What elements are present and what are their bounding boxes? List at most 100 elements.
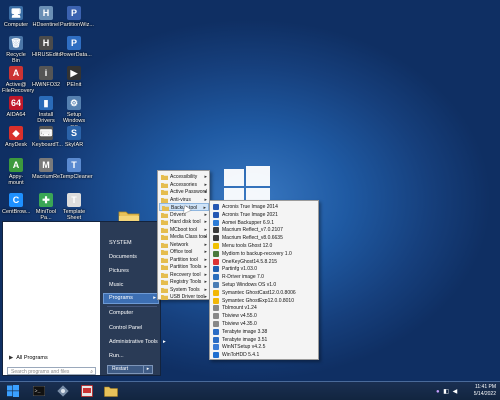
start-item-admin-tools[interactable]: Administrative Tools ▸ — [109, 339, 166, 345]
backup-menu-item[interactable]: Terabyte image 3.51 — [211, 336, 318, 344]
backup-menu-item[interactable]: Symantec GhostCast12.0.0.8006 — [211, 289, 318, 297]
start-search-input[interactable]: Search programs and files ⌕ — [7, 367, 96, 375]
system-tray: ● ◧ ◀ — [436, 388, 457, 395]
admin-tools-label: Administrative Tools — [109, 339, 158, 345]
folder-icon — [161, 287, 168, 293]
desktop-icon[interactable]: 🖥 Computer — [2, 6, 30, 28]
backup-menu-item[interactable]: Acronis True Image 2021 — [211, 211, 318, 219]
desktop-icon[interactable]: P PowerData... — [60, 36, 92, 58]
desktop-icon[interactable]: C CentBrow... — [2, 193, 30, 215]
desktop-icon[interactable]: A Active@ FileRecovery — [2, 66, 34, 95]
chevron-right-icon[interactable]: ▸ — [143, 366, 152, 373]
programs-menu-item-label: Registry Tools — [170, 279, 202, 285]
desktop-icon-label: Template Sheet — [62, 209, 86, 222]
backup-menu-item[interactable]: WinNTSetup v4.2.5 — [211, 343, 318, 351]
backup-menu-item-label: Mydiom to backup-recovery 1.0 — [222, 250, 292, 257]
backup-menu-item[interactable]: Macrium Reflect_v8.0.6635 — [211, 234, 318, 242]
usb-icon[interactable]: ● — [436, 389, 440, 395]
desktop-icon[interactable]: A Appy-mount — [2, 158, 30, 187]
app-icon — [213, 266, 219, 273]
restart-button[interactable]: Restart ▸ — [107, 365, 153, 374]
svg-text:>_: >_ — [35, 389, 42, 395]
desktop-icon[interactable]: H HIRUSEditor — [32, 36, 63, 58]
desktop-icon[interactable]: 🗑 Recycle Bin — [2, 36, 30, 65]
backup-menu-item[interactable]: Tbiview v4.55.0 — [211, 312, 318, 320]
desktop-icon[interactable]: T TempCleaner — [60, 158, 93, 180]
app-taskbar-button[interactable] — [76, 383, 98, 399]
desktop-icon[interactable]: P PartitionWiz... — [60, 6, 94, 28]
desktop-icon-label: Install Drivers — [37, 112, 55, 125]
backup-menu-item[interactable]: TbImount v1.24 — [211, 304, 318, 312]
clock[interactable]: 11:41 PM 5/14/2022 — [474, 384, 496, 398]
app-icon: ⌨ — [39, 126, 53, 140]
desktop-icon[interactable]: ▮ Install Drivers — [32, 96, 60, 125]
programs-menu-item-label: MCboot tool — [170, 226, 197, 233]
backup-menu-item[interactable]: Mydiom to backup-recovery 1.0 — [211, 250, 318, 258]
desktop-icon[interactable]: ✚ MiniTool Pa... — [32, 193, 60, 222]
start-item-programs[interactable]: Programs ▸ — [103, 293, 159, 304]
desktop-icon-label: Appy-mount — [8, 174, 24, 187]
desktop-icon[interactable]: S SkyIAR — [60, 126, 88, 148]
desktop-icon[interactable]: 64 AIDA64 — [2, 96, 30, 118]
backup-menu-item[interactable]: Macrium Reflect_v7.0.2107 — [211, 226, 318, 234]
desktop-icon[interactable]: H HDsentinel — [32, 6, 60, 28]
desktop-icon[interactable]: ▶ PEInit — [60, 66, 88, 88]
backup-menu-item[interactable]: Partinfg v1.03.0 — [211, 265, 318, 273]
backup-menu-item[interactable]: Tbiview v4.35.0 — [211, 320, 318, 328]
backup-menu-item-label: Terabyte image 3.38 — [222, 328, 268, 335]
explorer-taskbar-button[interactable] — [100, 383, 122, 399]
app-icon — [213, 204, 219, 210]
app-icon — [213, 321, 219, 327]
app-icon — [213, 219, 219, 226]
start-item-music[interactable]: Music — [109, 282, 123, 288]
backup-menu-item[interactable]: Terabyte image 3.38 — [211, 328, 318, 336]
start-item-run[interactable]: Run... — [109, 353, 124, 359]
folder-icon — [161, 264, 168, 270]
start-item-computer[interactable]: Computer — [109, 310, 133, 316]
app-icon: A — [9, 158, 23, 172]
programs-menu-item-label: Recovery tool — [170, 271, 201, 278]
desktop-icon[interactable]: ⌨ KeyboardT... — [32, 126, 63, 148]
desktop: 🖥 Computer H HDsentinel P PartitionWiz... 🗑 Rec… — [0, 0, 500, 381]
start-button[interactable] — [2, 383, 24, 399]
search-icon[interactable]: ⌕ — [90, 368, 93, 376]
desktop-icon[interactable]: ◆ AnyDesk — [2, 126, 30, 148]
app-icon: A — [9, 66, 23, 80]
tool-taskbar-button[interactable] — [52, 383, 74, 399]
folder-icon — [161, 242, 168, 248]
backup-menu-item[interactable]: Menu tools Ghost 12.0 — [211, 242, 318, 250]
start-menu-right-pane: SYSTEM Documents Pictures Music Programs… — [101, 222, 166, 377]
programs-menu-item[interactable]: USB Driver tool ▸ — [159, 293, 209, 301]
desktop-icon[interactable]: i HWiNFO32 — [32, 66, 60, 88]
app-icon: H — [39, 6, 53, 20]
programs-submenu: Accessibility ▸ Accessories ▸ Active Passwor… — [157, 170, 210, 300]
start-item-pictures[interactable]: Pictures — [109, 268, 129, 274]
backup-menu-item[interactable]: Symantec GhostExp12.0.0.8010 — [211, 297, 318, 305]
backup-menu-item[interactable]: OneKeyGhost14.5.8.215 — [211, 258, 318, 266]
all-programs-link[interactable]: ▶ All Programs — [9, 355, 48, 361]
start-item-documents[interactable]: Documents — [109, 254, 137, 260]
folder-icon — [104, 386, 118, 397]
backup-menu-item[interactable]: Setup Windows OS v1.0 — [211, 281, 318, 289]
desktop-icon[interactable]: M MacriumRe... — [32, 158, 65, 180]
volume-icon[interactable]: ◀ — [453, 389, 458, 395]
folder-icon — [161, 197, 168, 203]
backup-menu-item[interactable]: WinToHDD 5.4.1 — [211, 351, 318, 359]
backup-menu-item[interactable]: R-Driver image 7.0 — [211, 273, 318, 281]
programs-menu-item-label: Partition Tools — [170, 264, 202, 270]
backup-menu-item[interactable]: Aomei Backupper 6.9.1 — [211, 219, 318, 227]
desktop-icon-label: PartitionWiz... — [60, 22, 94, 28]
app-icon: M — [39, 158, 53, 172]
backup-menu-item-label: Acronis True Image 2014 — [222, 204, 278, 210]
start-item-system[interactable]: SYSTEM — [109, 240, 132, 246]
folder-icon — [161, 212, 168, 218]
desktop-icon[interactable]: T Template Sheet — [60, 193, 88, 222]
backup-menu-item[interactable]: Acronis True Image 2014 — [211, 203, 318, 211]
windows-start-icon — [7, 385, 19, 397]
cmd-taskbar-button[interactable]: >_ — [28, 383, 50, 399]
backup-menu-item-label: Macrium Reflect_v8.0.6635 — [222, 235, 283, 242]
network-icon[interactable]: ◧ — [443, 389, 449, 395]
desktop-icon-label: TempCleaner — [60, 174, 93, 180]
start-item-control-panel[interactable]: Control Panel — [109, 325, 142, 331]
folder-icon — [161, 189, 168, 195]
